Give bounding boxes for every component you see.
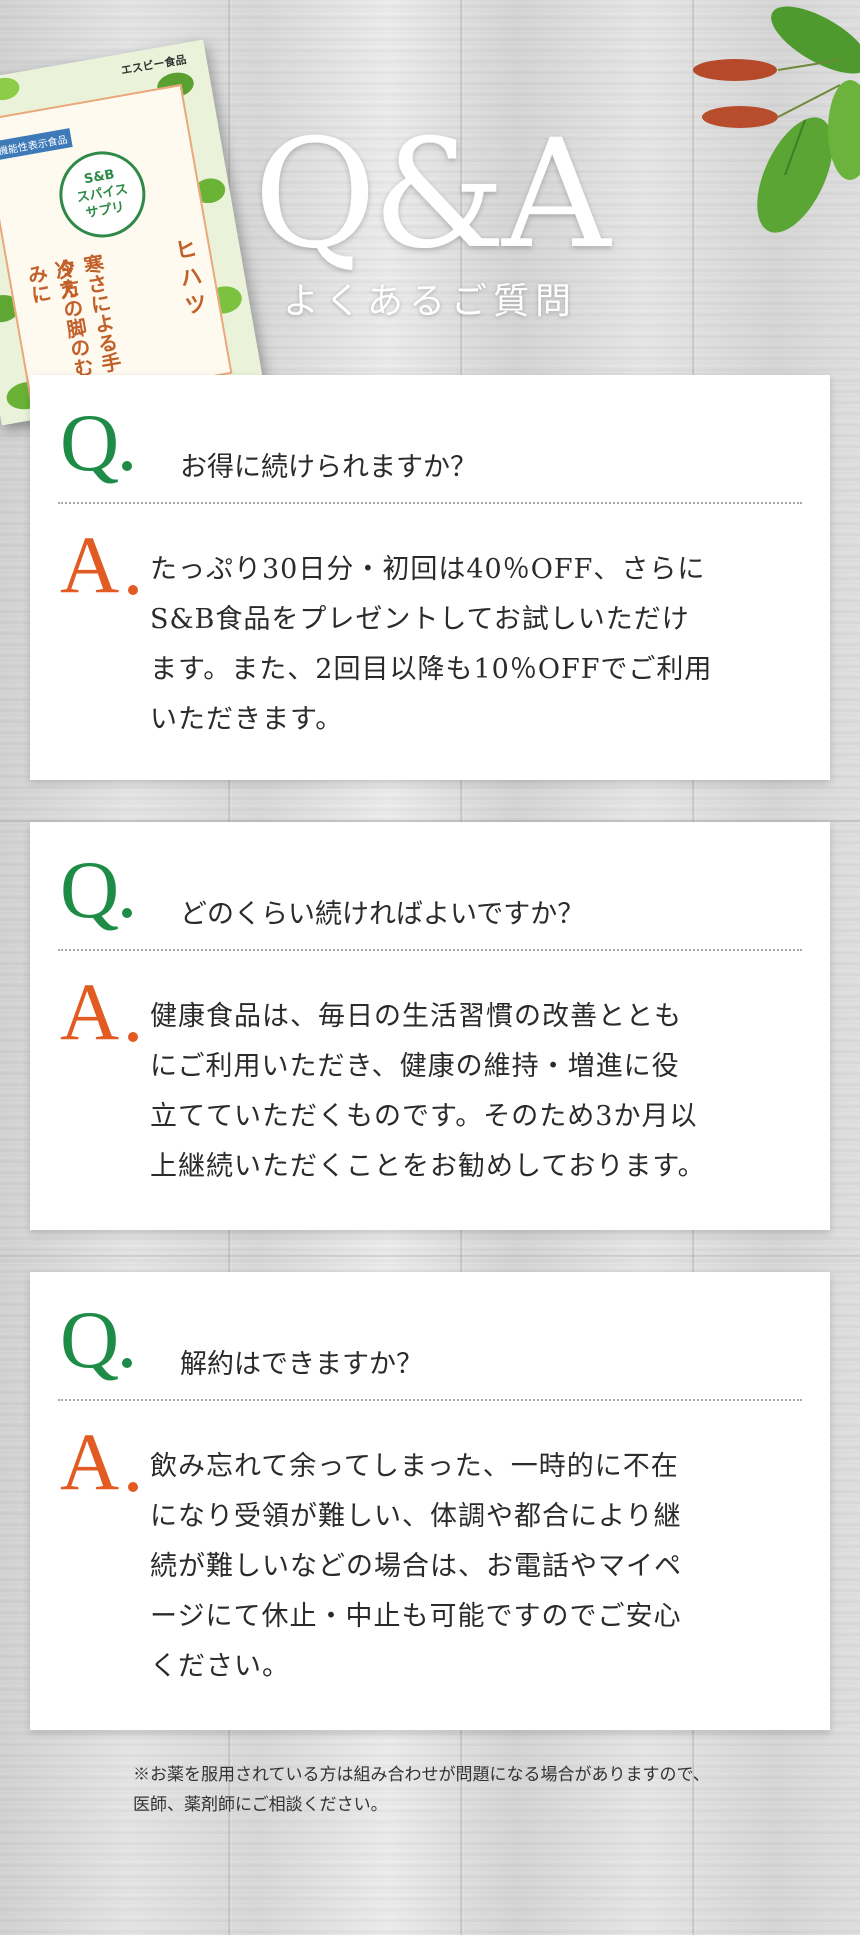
q-dot [122,908,132,918]
answer-line: 立てていただくものです。そのため3か月以 [150,1101,698,1132]
page-subtitle: よくあるご質問 [282,281,577,322]
question-text: お得に続けられますか？ [180,452,477,483]
answer-line: にご利用いただき、健康の維持・増進に役 [150,1051,680,1082]
note-line: 医師、薬剤師にご相談ください。 [133,1795,388,1815]
a-dot [128,585,138,595]
a-mark: A [60,1416,120,1507]
answer-line: ージにて休止・中止も可能ですのでご安心 [150,1601,682,1632]
answer-text: たっぷり30日分・初回は40％OFF、さらに S&B食品をプレゼントしてお試しい… [150,545,770,745]
qa-card: Q 解約はできますか？ A 飲み忘れて余ってしまった、一時的に不在 になり受領が… [30,1272,830,1730]
answer-line: になり受領が難しい、体調や都合により継 [150,1501,682,1532]
a-mark: A [60,519,120,610]
answer-line: いただきます。 [150,704,344,735]
answer-line: S&B食品をプレゼントしてお試しいただけ [150,604,690,635]
a-dot [128,1482,138,1492]
note-line: ※お薬を服用されている方は組み合わせが問題になる場合がありますので、 [133,1765,710,1785]
qa-card: Q お得に続けられますか？ A たっぷり30日分・初回は40％OFF、さらに S… [30,375,830,780]
answer-line: ます。また、2回目以降も10％OFFでご利用 [150,654,713,685]
a-dot [128,1032,138,1042]
answer-line: 健康食品は、毎日の生活習慣の改善ととも [150,1001,682,1032]
dotted-divider [58,502,802,504]
question-text: どのくらい続ければよいですか？ [180,899,585,930]
q-mark: Q [60,844,120,935]
answer-line: 飲み忘れて余ってしまった、一時的に不在 [150,1451,679,1482]
q-mark: Q [60,397,120,488]
plank-seam [0,1255,860,1257]
dotted-divider [58,1399,802,1401]
answer-line: たっぷり30日分・初回は40％OFF、さらに [150,554,706,585]
page-title: Q&A [253,108,611,282]
q-dot [122,461,132,471]
qa-card: Q どのくらい続ければよいですか？ A 健康食品は、毎日の生活習慣の改善ととも … [30,822,830,1230]
q-mark: Q [60,1294,120,1385]
dotted-divider [58,949,802,951]
answer-text: 飲み忘れて余ってしまった、一時的に不在 になり受領が難しい、体調や都合により継 … [150,1442,770,1692]
question-text: 解約はできますか？ [180,1349,423,1380]
answer-text: 健康食品は、毎日の生活習慣の改善ととも にご利用いただき、健康の維持・増進に役 … [150,992,770,1192]
medication-note: ※お薬を服用されている方は組み合わせが問題になる場合がありますので、 医師、薬剤… [133,1760,853,1820]
q-dot [122,1358,132,1368]
answer-line: 続が難しいなどの場合は、お電話やマイペ [150,1551,682,1582]
a-mark: A [60,966,120,1057]
answer-line: ください。 [150,1651,290,1682]
answer-line: 上継続いただくことをお勧めしております。 [150,1151,706,1182]
